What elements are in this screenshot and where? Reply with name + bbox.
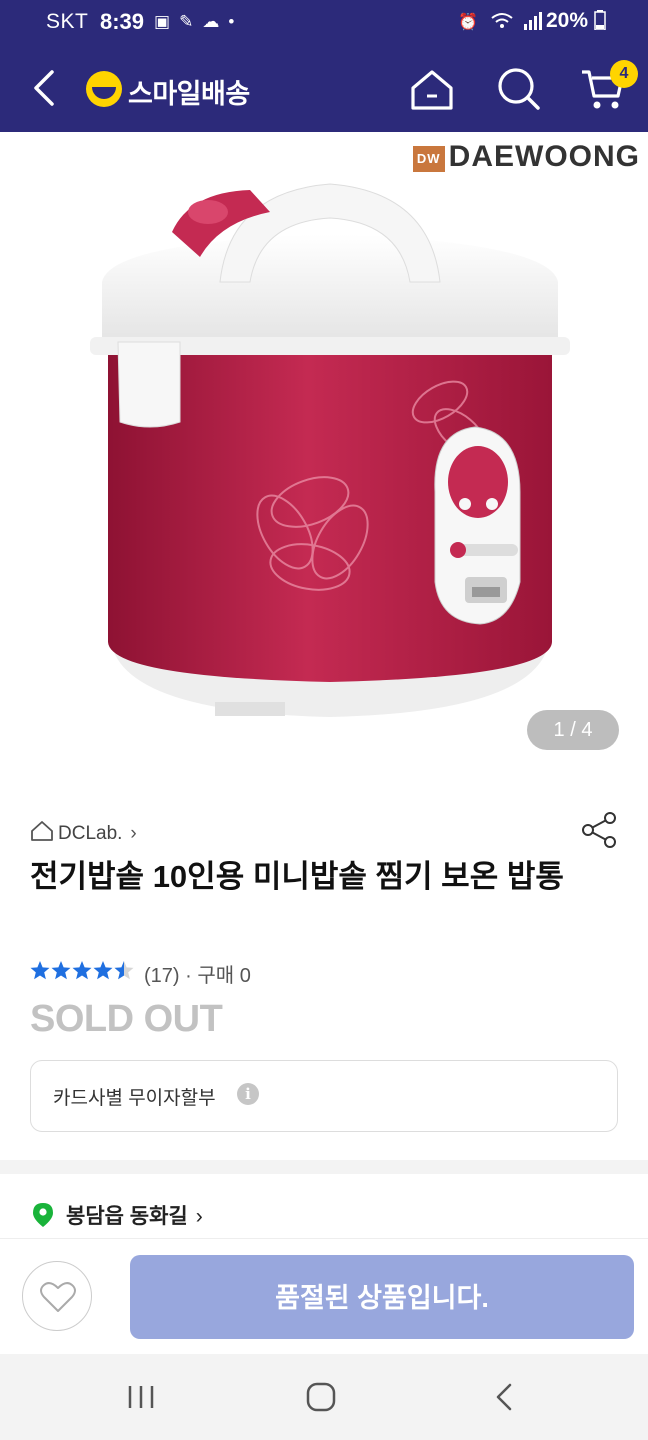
brand-logo: DW DAEWOONG xyxy=(412,140,640,174)
sold-out-label: SOLD OUT xyxy=(30,998,223,1040)
installment-label: 카드사별 무이자할부 xyxy=(53,1088,216,1109)
alarm-icon: ⏰ xyxy=(458,14,482,31)
share-icon[interactable] xyxy=(580,810,620,850)
chevron-right-icon: › xyxy=(195,1205,203,1228)
image-icon: ▣ xyxy=(154,12,180,31)
carrier-label: SKT xyxy=(46,10,89,33)
store-name: DCLab. xyxy=(58,823,123,844)
clock: 8:39 xyxy=(100,9,145,34)
service-logo-text: 스마일배송 xyxy=(128,79,250,109)
wishlist-button[interactable] xyxy=(22,1261,92,1331)
cloud-icon: ☁ xyxy=(202,12,229,31)
review-count: (17) xyxy=(144,965,180,987)
smile-logo-icon xyxy=(86,71,122,107)
heart-icon xyxy=(40,1282,76,1312)
back-icon[interactable] xyxy=(488,1382,522,1412)
location-text: 봉담읍 동화길 › xyxy=(66,1200,203,1230)
store-home-icon xyxy=(31,821,53,841)
app-header: 스마일배송 4 xyxy=(0,44,648,132)
review-summary: (17) · 구매 0 xyxy=(144,959,251,988)
system-icons: ⏰ xyxy=(458,12,543,32)
back-arrow-icon[interactable] xyxy=(26,66,66,110)
cart-count-badge: 4 xyxy=(610,60,638,88)
product-title: 전기밥솥 10인용 미니밥솥 찜기 보온 밥통 xyxy=(30,859,564,894)
home-circle-icon[interactable] xyxy=(304,1382,338,1412)
delivery-location[interactable]: 봉담읍 동화길 › xyxy=(0,1174,648,1238)
info-icon[interactable]: i xyxy=(237,1083,259,1105)
brand-mark: DW xyxy=(412,146,445,172)
store-link[interactable]: DCLab. › xyxy=(30,820,137,845)
signal-icon xyxy=(523,12,542,30)
battery-percent: 20% xyxy=(546,9,589,32)
sold-out-button[interactable]: 품절된 상품입니다. xyxy=(130,1255,634,1339)
product-info: DCLab. › 전기밥솥 10인용 미니밥솥 찜기 보온 밥통 (17) · 구… xyxy=(0,780,648,1160)
notification-icons: ▣✎☁• xyxy=(154,12,243,32)
brand-name: DAEWOONG xyxy=(448,140,640,173)
installment-info-box[interactable]: 카드사별 무이자할부 i xyxy=(30,1060,618,1132)
location-name: 봉담읍 동화길 xyxy=(66,1205,188,1228)
rating-stars-icon xyxy=(30,961,134,980)
dot-icon: • xyxy=(228,12,244,31)
purchase-count: · 구매 0 xyxy=(185,965,251,987)
product-image-gallery[interactable]: DW DAEWOONG 1 / 4 xyxy=(0,132,648,780)
home-icon[interactable] xyxy=(408,68,456,112)
chevron-right-icon: › xyxy=(130,823,137,844)
system-navigation-bar xyxy=(0,1354,648,1440)
battery-icon xyxy=(594,10,606,31)
location-pin-icon xyxy=(33,1203,53,1227)
wifi-icon xyxy=(491,13,513,28)
image-counter: 1 / 4 xyxy=(527,710,619,750)
battery-level: 20% xyxy=(546,9,606,33)
bottom-action-bar: 품절된 상품입니다. xyxy=(0,1238,648,1355)
search-icon[interactable] xyxy=(496,66,542,112)
rice-cooker-image xyxy=(90,183,570,717)
status-bar: SKT 8:39 ▣✎☁• ⏰ 20% xyxy=(0,0,648,44)
recent-apps-icon[interactable] xyxy=(124,1382,158,1412)
feather-icon: ✎ xyxy=(179,12,203,31)
